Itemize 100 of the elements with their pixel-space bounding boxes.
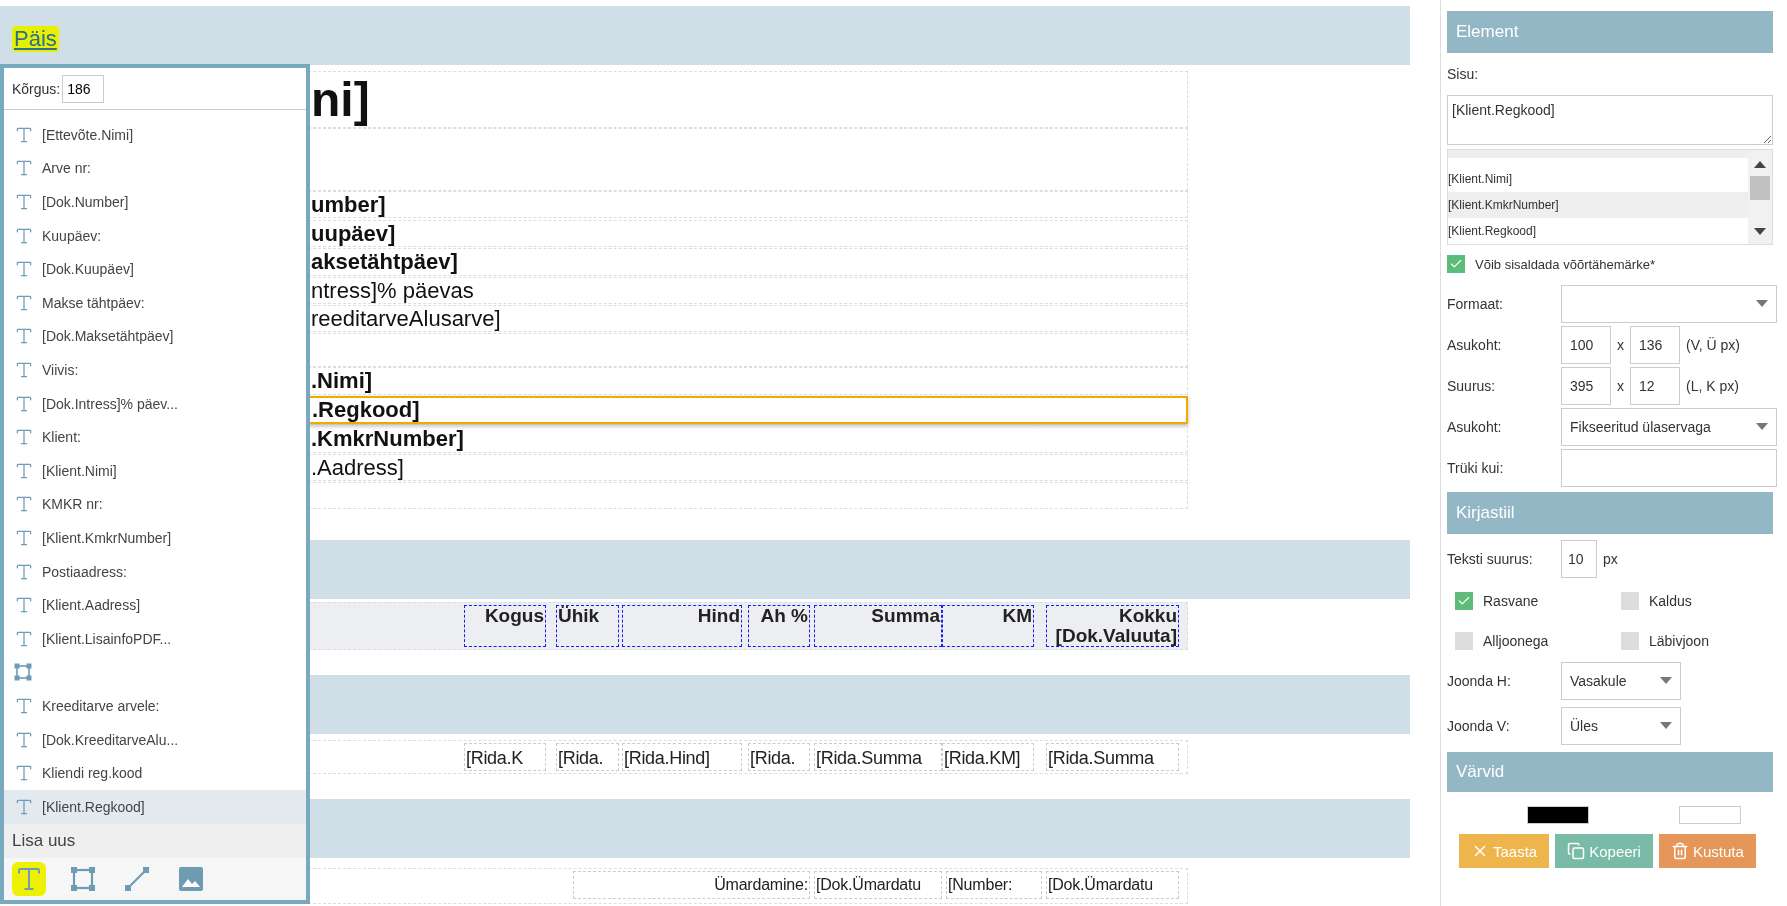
- canvas-text: umber]: [311, 191, 386, 218]
- section-header: Element: [1447, 11, 1773, 53]
- footer-cell[interactable]: [Dok.Ümardatu: [814, 871, 942, 899]
- element-list-item[interactable]: [Klient.Aadress]: [4, 588, 306, 622]
- element-list-item[interactable]: Kreeditarve arvele:: [4, 689, 306, 723]
- table-header-cell[interactable]: Ühik: [556, 605, 619, 647]
- canvas-text: ntress]% päevas: [311, 277, 474, 304]
- element-list-item[interactable]: Arve nr:: [4, 151, 306, 186]
- checkbox[interactable]: [1455, 632, 1473, 650]
- table-cell[interactable]: [Rida.Summa: [814, 743, 942, 771]
- canvas-text: .Aadress]: [311, 454, 404, 481]
- color-swatch[interactable]: [1527, 806, 1589, 824]
- canvas-text: .Regkood]: [312, 397, 420, 423]
- table-cell[interactable]: [Rida.Summa: [1046, 743, 1179, 771]
- section-header: Kirjastiil: [1447, 492, 1773, 534]
- table-cell[interactable]: [Rida.: [748, 743, 810, 771]
- element-list-item[interactable]: [Dok.KreeditarveAlu...: [4, 722, 306, 757]
- field-label: Teksti suurus:: [1447, 551, 1534, 567]
- image-icon: [178, 866, 204, 892]
- content-textarea[interactable]: [Klient.Regkood]: [1447, 95, 1773, 145]
- footer-cell[interactable]: Ümardamine:: [573, 871, 810, 899]
- caret-icon: [1660, 676, 1672, 685]
- canvas-text: ni]: [311, 72, 370, 127]
- table-cell[interactable]: [Rida.: [556, 743, 619, 771]
- field-label: Sisu:: [1447, 66, 1480, 82]
- element-list-item[interactable]: [Klient.Regkood]: [4, 789, 306, 824]
- band-title-link[interactable]: Päis: [12, 26, 59, 52]
- element-list-item[interactable]: Kuupäev:: [4, 218, 306, 253]
- table-header-cell[interactable]: Hind: [622, 605, 742, 647]
- rectangle-icon: [14, 663, 32, 682]
- checkbox[interactable]: [1621, 592, 1639, 610]
- element-list-item[interactable]: [Ettevõte.Nimi]: [4, 118, 306, 152]
- separator-text: x: [1617, 377, 1624, 394]
- align-select[interactable]: Üles: [1561, 706, 1681, 745]
- print-condition-input[interactable]: [1561, 448, 1777, 487]
- scroll-down-icon: [1754, 228, 1766, 236]
- scroll-up-icon: [1754, 160, 1766, 168]
- table-header-cell[interactable]: Ah %: [748, 605, 810, 647]
- checkbox[interactable]: [1621, 632, 1639, 650]
- caret-icon: [1660, 721, 1672, 730]
- field-label: Suurus:: [1447, 377, 1497, 394]
- table-cell[interactable]: [Rida.KM]: [942, 743, 1034, 771]
- element-list-item[interactable]: KMKR nr:: [4, 487, 306, 522]
- table-cell[interactable]: [Rida.Hind]: [622, 743, 742, 771]
- number-input[interactable]: 136: [1630, 325, 1680, 364]
- table-header-cell[interactable]: Kokku [Dok.Valuuta]: [1046, 605, 1179, 647]
- number-input[interactable]: 395: [1561, 366, 1611, 405]
- element-list-item[interactable]: [Dok.Kuupäev]: [4, 252, 306, 287]
- unit-text: (L, K px): [1686, 377, 1739, 394]
- caret-icon: [1756, 422, 1768, 431]
- canvas-text: .Nimi]: [311, 368, 373, 394]
- element-list-item[interactable]: Viivis:: [4, 353, 306, 387]
- add-new-label: Lisa uus: [4, 823, 306, 858]
- element-list-item[interactable]: [Dok.Maksetähtpäev]: [4, 319, 306, 354]
- separator-text: x: [1617, 336, 1624, 353]
- section-header: Värvid: [1447, 752, 1773, 792]
- checkbox-label: Võib sisaldada võõrtähemärke*: [1475, 256, 1655, 272]
- format-select[interactable]: [1561, 284, 1777, 323]
- height-input[interactable]: 186: [62, 74, 105, 103]
- footer-cell[interactable]: [Dok.Ümardatu: [1046, 871, 1179, 899]
- line-icon: [124, 866, 150, 892]
- number-input[interactable]: 100: [1561, 325, 1611, 364]
- table-header-cell[interactable]: KM: [942, 605, 1034, 647]
- checkbox-label: Rasvane: [1483, 593, 1539, 609]
- element-list-item[interactable]: [Klient.LisainfoPDF...: [4, 622, 306, 656]
- checkbox-label: Alljoonega: [1483, 633, 1549, 649]
- canvas-text: .KmkrNumber]: [311, 426, 464, 452]
- element-list-item[interactable]: [Klient.Nimi]: [4, 454, 306, 488]
- field-label: Asukoht:: [1447, 336, 1503, 353]
- checkbox[interactable]: [1447, 255, 1465, 273]
- color-swatch[interactable]: [1679, 806, 1741, 824]
- scroll-thumb[interactable]: [1750, 176, 1770, 200]
- font-size-input[interactable]: 10: [1561, 540, 1597, 578]
- element-list-item[interactable]: Kliendi reg.kood: [4, 756, 306, 790]
- tool-button[interactable]: [12, 862, 46, 896]
- element-list-item[interactable]: [Dok.Number]: [4, 185, 306, 219]
- copy-icon: [1567, 842, 1586, 860]
- height-label: Kõrgus:: [12, 80, 61, 97]
- element-list-item[interactable]: Klient:: [4, 420, 306, 455]
- element-list-item[interactable]: Postiaadress:: [4, 554, 306, 589]
- scrollbar[interactable]: [1748, 150, 1772, 244]
- field-label: Joonda V:: [1447, 717, 1511, 734]
- field-label: Formaat:: [1447, 295, 1504, 312]
- table-header-cell[interactable]: Summa: [814, 605, 942, 647]
- field-option[interactable]: [Klient.KmkrNumber]: [1448, 192, 1748, 218]
- check-icon: [1449, 257, 1463, 271]
- canvas-text: uupäev]: [311, 220, 396, 247]
- anchor-select[interactable]: Fikseeritud ülaservaga: [1561, 407, 1777, 446]
- table-header-cell[interactable]: Kogus: [464, 605, 546, 647]
- element-list-item[interactable]: [Klient.KmkrNumber]: [4, 521, 306, 555]
- canvas-text-element[interactable]: .Regkood]: [308, 396, 1188, 424]
- element-list-item[interactable]: [Dok.Intress]% päev...: [4, 386, 306, 421]
- element-list-item[interactable]: Makse tähtpäev:: [4, 286, 306, 320]
- checkbox[interactable]: [1455, 592, 1473, 610]
- trash-icon: [1670, 842, 1689, 860]
- number-input[interactable]: 12: [1630, 366, 1680, 405]
- align-select[interactable]: Vasakule: [1561, 661, 1681, 700]
- table-cell[interactable]: [Rida.K: [464, 743, 546, 771]
- field-label: Joonda H:: [1447, 672, 1512, 689]
- footer-cell[interactable]: [Number:: [946, 871, 1042, 899]
